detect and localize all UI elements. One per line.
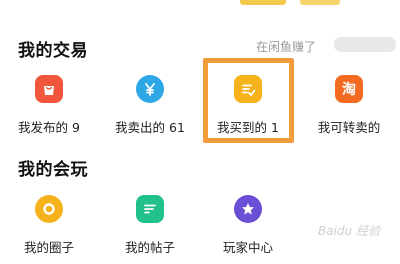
item-posts-label: 我的帖子 (124, 240, 175, 255)
post-icon (136, 195, 164, 223)
banner-fragment (240, 0, 286, 5)
watermark: Baidu 经验 (318, 224, 380, 238)
banner-fragment (300, 0, 340, 5)
item-published[interactable]: 我发布的 9 (3, 75, 95, 136)
shopping-bag-icon (35, 75, 63, 103)
item-resellable-label: 我可转卖的 (317, 120, 381, 135)
item-circles[interactable]: 我的圈子 (3, 195, 95, 256)
circle-icon (35, 195, 63, 223)
item-sold-label: 我卖出的 61 (115, 120, 185, 135)
item-published-label: 我发布的 9 (18, 120, 80, 135)
item-circles-label: 我的圈子 (23, 240, 74, 255)
yuan-icon (136, 75, 164, 103)
section-title-trade: 我的交易 (18, 41, 88, 61)
item-posts[interactable]: 我的帖子 (104, 195, 196, 256)
section-title-play: 我的会玩 (18, 160, 88, 180)
item-player-center[interactable]: 玩家中心 (202, 195, 294, 256)
top-strip (0, 0, 400, 8)
earnings-promo-text[interactable]: 在闲鱼赚了 (256, 38, 316, 55)
blurred-amount (334, 37, 396, 52)
tao-icon: 淘 (335, 75, 363, 103)
item-sold[interactable]: 我卖出的 61 (104, 75, 196, 136)
star-badge-icon (234, 195, 262, 223)
highlight-box (203, 58, 294, 143)
item-resellable[interactable]: 淘 我可转卖的 (303, 75, 395, 136)
item-player-center-label: 玩家中心 (222, 240, 273, 255)
